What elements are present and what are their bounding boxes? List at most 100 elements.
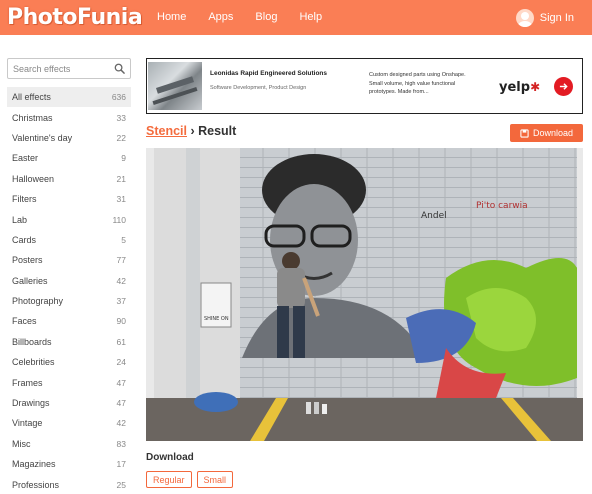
ad-product-image — [148, 62, 202, 110]
category-label: Celebrities — [12, 357, 55, 368]
category-item-christmas[interactable]: Christmas 33 — [7, 107, 131, 127]
category-item-professions[interactable]: Professions 25 — [7, 474, 131, 494]
ad-subtitle: Software Development, Product Design — [210, 85, 307, 91]
photofunia-logo[interactable]: Photo Funia — [7, 3, 143, 31]
sign-in-link[interactable]: Sign In — [515, 0, 574, 35]
category-list: All effects 636 Christmas 33 Valentine's d… — [7, 87, 131, 494]
logo-text-photo: Photo — [7, 4, 78, 30]
category-label: Lab — [12, 214, 28, 225]
stencil-photo: Pi'to carwia Andel SHINE ON — [146, 148, 583, 441]
nav-blog[interactable]: Blog — [244, 0, 288, 35]
download-size-options: Regular Small — [146, 471, 234, 488]
category-item-galleries[interactable]: Galleries 42 — [7, 271, 131, 291]
search-box — [7, 58, 131, 79]
category-label: Halloween — [12, 173, 55, 184]
sign-in-label: Sign In — [539, 11, 574, 24]
category-count: 61 — [116, 336, 126, 347]
category-count: 5 — [121, 234, 126, 245]
breadcrumb-separator: › — [187, 124, 199, 138]
category-count: 90 — [116, 316, 126, 327]
category-label: Galleries — [12, 275, 48, 286]
category-count: 42 — [116, 418, 126, 429]
category-count: 83 — [116, 438, 126, 449]
download-heading: Download — [146, 452, 194, 463]
download-button-label: Download — [532, 128, 574, 138]
search-icon[interactable] — [114, 63, 125, 74]
category-item-all-effects[interactable]: All effects 636 — [7, 87, 131, 108]
download-small-button[interactable]: Small — [196, 471, 234, 488]
category-item-posters[interactable]: Posters 77 — [7, 250, 131, 270]
download-button[interactable]: Download — [510, 124, 583, 142]
ad-description: Custom designed parts using Onshape. Sma… — [369, 72, 466, 95]
category-count: 17 — [116, 459, 126, 470]
category-label: All effects — [12, 92, 51, 103]
category-label: Photography — [12, 296, 64, 307]
arrow-right-icon — [559, 83, 568, 90]
ad-arrow-button[interactable] — [554, 77, 573, 96]
ad-title: Leonidas Rapid Engineered Solutions — [210, 70, 328, 77]
search-input[interactable] — [8, 59, 108, 79]
top-bar: Photo Funia Home Apps Blog Help Sign In — [0, 0, 592, 35]
category-label: Misc — [12, 438, 31, 449]
category-label: Christmas — [12, 112, 53, 123]
category-item-lab[interactable]: Lab 110 — [7, 209, 131, 229]
category-count: 22 — [116, 132, 126, 143]
category-item-misc[interactable]: Misc 83 — [7, 434, 131, 454]
category-item-vintage[interactable]: Vintage 42 — [7, 413, 131, 433]
save-icon — [520, 128, 529, 138]
category-item-drawings[interactable]: Drawings 47 — [7, 393, 131, 413]
result-image[interactable]: Pi'to carwia Andel SHINE ON — [146, 148, 583, 441]
category-item-faces[interactable]: Faces 90 — [7, 311, 131, 331]
category-count: 77 — [116, 255, 126, 266]
category-label: Frames — [12, 377, 43, 388]
download-regular-button[interactable]: Regular — [146, 471, 192, 488]
category-label: Filters — [12, 194, 37, 205]
category-count: 37 — [116, 296, 126, 307]
category-item-cards[interactable]: Cards 5 — [7, 230, 131, 250]
nav-apps[interactable]: Apps — [197, 0, 244, 35]
breadcrumb-stencil-link[interactable]: Stencil — [146, 124, 187, 138]
category-count: 47 — [116, 377, 126, 388]
category-item-photography[interactable]: Photography 37 — [7, 291, 131, 311]
category-label: Vintage — [12, 418, 43, 429]
breadcrumb-current: Result — [198, 124, 237, 138]
svg-text:Pi'to carwia: Pi'to carwia — [476, 201, 528, 211]
yelp-logo: yelp✱ — [499, 80, 540, 95]
category-count: 110 — [112, 214, 126, 225]
main-nav: Home Apps Blog Help — [156, 0, 333, 35]
category-count: 25 — [116, 479, 126, 490]
category-label: Faces — [12, 316, 37, 327]
category-item-magazines[interactable]: Magazines 17 — [7, 454, 131, 474]
category-label: Cards — [12, 234, 37, 245]
category-count: 21 — [116, 173, 126, 184]
category-count: 24 — [116, 357, 126, 368]
nav-home[interactable]: Home — [156, 0, 197, 35]
category-count: 9 — [121, 153, 126, 164]
category-label: Easter — [12, 153, 39, 164]
breadcrumb: Stencil › Result — [146, 124, 236, 138]
category-item-halloween[interactable]: Halloween 21 — [7, 169, 131, 189]
nav-help[interactable]: Help — [288, 0, 333, 35]
user-icon — [515, 8, 534, 27]
category-item-filters[interactable]: Filters 31 — [7, 189, 131, 209]
category-count: 42 — [116, 275, 126, 286]
category-label: Valentine's day — [12, 132, 73, 143]
category-item-frames[interactable]: Frames 47 — [7, 372, 131, 392]
yelp-burst-icon: ✱ — [530, 80, 541, 94]
category-count: 33 — [116, 112, 126, 123]
category-label: Billboards — [12, 336, 52, 347]
category-label: Professions — [12, 479, 60, 490]
category-label: Magazines — [12, 459, 56, 470]
ad-banner[interactable]: Leonidas Rapid Engineered Solutions Soft… — [146, 58, 583, 114]
category-count: 636 — [111, 92, 126, 103]
category-item-billboards[interactable]: Billboards 61 — [7, 332, 131, 352]
category-label: Posters — [12, 255, 43, 266]
category-item-celebrities[interactable]: Celebrities 24 — [7, 352, 131, 372]
yelp-wordmark: yelp — [499, 80, 531, 95]
category-count: 31 — [116, 194, 126, 205]
category-item-easter[interactable]: Easter 9 — [7, 148, 131, 168]
svg-text:SHINE ON: SHINE ON — [204, 316, 229, 322]
logo-text-funia: Funia — [77, 4, 143, 30]
category-count: 47 — [116, 398, 126, 409]
category-item-valentines-day[interactable]: Valentine's day 22 — [7, 128, 131, 148]
